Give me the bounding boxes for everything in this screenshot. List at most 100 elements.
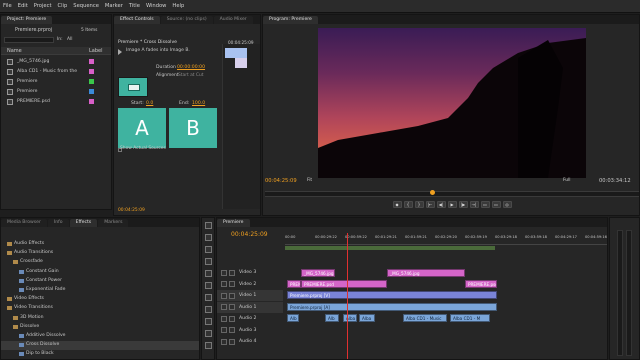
effects-tree-item[interactable]: Additive Dissolve xyxy=(1,332,199,341)
effects-tree-item[interactable]: Exponential Fade xyxy=(1,286,199,295)
quality-select[interactable]: Full xyxy=(563,178,571,183)
effects-tree-item[interactable]: Audio Transitions xyxy=(1,249,199,258)
clip-v1[interactable]: Premiere.prproj [V] xyxy=(287,291,497,299)
mark-out-icon[interactable]: { xyxy=(403,201,413,208)
play-icon[interactable]: ▶ xyxy=(447,201,457,208)
tab-source[interactable]: Source: (no clips) xyxy=(160,16,213,24)
tab-markers[interactable]: Markers xyxy=(98,219,129,227)
tab-effects[interactable]: Effects xyxy=(69,219,98,227)
start-value[interactable]: 0.0 xyxy=(146,101,153,106)
program-timecode[interactable]: 00:04:25:09 xyxy=(265,178,297,184)
mark-in-icon[interactable]: ◆ xyxy=(392,201,402,208)
clip-v2-a[interactable]: PREMI xyxy=(287,280,301,288)
column-name[interactable]: Name xyxy=(7,48,22,54)
clip-v3-b[interactable]: _MG_5746.jpg xyxy=(387,269,465,277)
rate-stretch-icon[interactable] xyxy=(205,270,212,277)
play-icon[interactable] xyxy=(118,49,122,55)
menu-title[interactable]: Title xyxy=(129,3,140,9)
menu-file[interactable]: File xyxy=(3,3,12,9)
project-item[interactable]: Premiere xyxy=(1,77,111,87)
project-item[interactable]: _MG_5746.jpg xyxy=(1,57,111,67)
tab-sequence[interactable]: Premiere xyxy=(217,219,250,227)
menu-help[interactable]: Help xyxy=(172,3,184,9)
lock-icon[interactable] xyxy=(229,327,235,333)
lock-icon[interactable] xyxy=(229,304,235,310)
effects-tree-item[interactable]: Video Effects xyxy=(1,295,199,304)
clip-v2-b[interactable]: PREMIERE.psd xyxy=(301,280,387,288)
speaker-icon[interactable] xyxy=(221,338,227,345)
effects-tree-item[interactable]: Cross Dissolve xyxy=(1,341,199,351)
clip-a2-a[interactable]: Alb xyxy=(287,314,299,322)
lock-icon[interactable] xyxy=(229,281,235,287)
extract-icon[interactable]: ▭ xyxy=(491,201,501,208)
clip-v3-a[interactable]: _MG_5746.jpg xyxy=(301,269,335,277)
effects-tree-item[interactable]: Crossfade xyxy=(1,258,199,267)
selection-tool-icon[interactable] xyxy=(205,222,212,229)
step-forward-icon[interactable]: |▶ xyxy=(458,201,468,208)
timeline-playhead[interactable] xyxy=(347,233,348,359)
pen-icon[interactable] xyxy=(205,318,212,325)
effects-tree-item[interactable]: Audio Effects xyxy=(1,240,199,249)
project-item[interactable]: PREMIERE.psd xyxy=(1,97,111,107)
lock-icon[interactable] xyxy=(229,315,235,322)
track-header[interactable]: Audio 3 xyxy=(217,325,283,336)
track-header[interactable]: Video 2 xyxy=(217,279,283,290)
menu-edit[interactable]: Edit xyxy=(18,3,28,9)
go-to-next-icon[interactable]: →| xyxy=(469,201,479,208)
speaker-icon[interactable] xyxy=(221,304,227,310)
clip-a1[interactable]: Premiere.prproj [A] xyxy=(287,303,497,311)
toggle-track-output-icon[interactable] xyxy=(221,281,227,287)
search-input[interactable] xyxy=(4,37,54,43)
toggle-track-output-icon[interactable] xyxy=(221,292,227,299)
export-frame-icon[interactable]: ◎ xyxy=(502,201,512,208)
timeline-timecode[interactable]: 00:04:25:09 xyxy=(231,231,268,238)
effects-tree-item[interactable]: Constant Gain xyxy=(1,268,199,277)
zoom-icon[interactable] xyxy=(205,342,212,349)
effects-tree-item[interactable]: Constant Power xyxy=(1,277,199,286)
menu-clip[interactable]: Clip xyxy=(57,3,67,9)
alignment-select[interactable]: Start at Cut xyxy=(178,73,204,78)
go-to-in-icon[interactable]: } xyxy=(414,201,424,208)
lift-icon[interactable]: ▭ xyxy=(480,201,490,208)
menu-marker[interactable]: Marker xyxy=(105,3,123,9)
track-select-icon[interactable] xyxy=(205,234,212,241)
effects-tree-item[interactable]: Dip to Black xyxy=(1,350,199,359)
lock-icon[interactable] xyxy=(229,269,235,276)
speaker-icon[interactable] xyxy=(221,315,227,322)
toggle-track-output-icon[interactable] xyxy=(221,269,227,276)
column-label[interactable]: Label xyxy=(89,48,103,54)
fit-select[interactable]: Fit xyxy=(307,178,312,183)
step-back-icon[interactable]: ◀| xyxy=(436,201,446,208)
tab-audio-mixer[interactable]: Audio Mixer xyxy=(213,16,253,24)
clip-a2-b[interactable]: Alb xyxy=(325,314,339,322)
effects-tree-item[interactable]: Dissolve xyxy=(1,323,199,332)
effects-tree-item[interactable]: Video Transitions xyxy=(1,304,199,313)
lock-icon[interactable] xyxy=(229,338,235,345)
tab-info[interactable]: Info xyxy=(47,219,69,227)
in-filter-select[interactable]: All xyxy=(67,37,72,42)
hand-icon[interactable] xyxy=(205,330,212,337)
clip-a2-e[interactable]: Alba CD1 - Music xyxy=(403,314,447,322)
menu-project[interactable]: Project xyxy=(34,3,52,9)
lock-icon[interactable] xyxy=(229,292,235,299)
ripple-edit-icon[interactable] xyxy=(205,246,212,253)
slide-icon[interactable] xyxy=(205,306,212,313)
playhead-icon[interactable] xyxy=(430,190,435,195)
speaker-icon[interactable] xyxy=(221,327,227,333)
duration-value[interactable]: 00:00:00:00 xyxy=(177,65,205,70)
track-header[interactable]: Video 1 xyxy=(217,290,283,301)
razor-icon[interactable] xyxy=(205,282,212,289)
track-header[interactable]: Audio 2 xyxy=(217,313,283,324)
clip-v2-c[interactable]: PREMIERE.psd xyxy=(465,280,497,288)
clip-a2-f[interactable]: Alba CD1 - M xyxy=(450,314,490,322)
clip-a2-d[interactable]: Alba xyxy=(359,314,375,322)
track-header[interactable]: Audio 4 xyxy=(217,336,283,347)
end-value[interactable]: 100.0 xyxy=(192,101,205,106)
tab-program[interactable]: Program: Premiere xyxy=(263,16,318,24)
effects-tree-item[interactable]: 3D Motion xyxy=(1,314,199,323)
go-to-out-icon[interactable]: |← xyxy=(425,201,435,208)
tab-project[interactable]: Project: Premiere xyxy=(1,16,53,24)
work-area-bar[interactable] xyxy=(285,246,495,250)
menu-window[interactable]: Window xyxy=(146,3,166,9)
menu-sequence[interactable]: Sequence xyxy=(73,3,99,9)
